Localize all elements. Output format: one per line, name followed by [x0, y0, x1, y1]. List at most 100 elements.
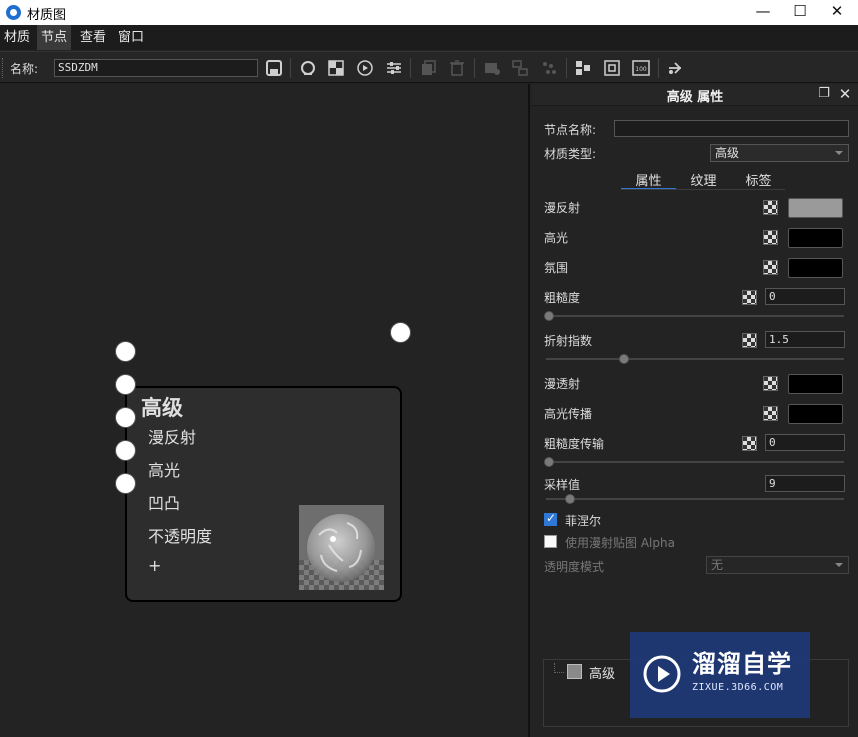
share-icon[interactable] — [663, 57, 687, 79]
output-port[interactable] — [390, 322, 411, 343]
port-label-add: + — [148, 556, 162, 575]
node-disabled-icon[interactable] — [480, 57, 504, 79]
ambient-texture-icon[interactable] — [763, 260, 778, 275]
port-label-specular: 高光 — [148, 461, 181, 480]
maximize-button[interactable]: ☐ — [781, 0, 819, 25]
samples-input[interactable]: 9 — [765, 475, 845, 492]
name-label: 名称: — [10, 62, 39, 76]
roughness-transmission-texture-icon[interactable] — [742, 436, 757, 451]
transmission-label: 漫透射 — [544, 377, 581, 391]
roughness-label: 粗糙度 — [544, 291, 581, 305]
panel-header: 高级 属性 ❐ ✕ — [532, 84, 858, 106]
diffuse-label: 漫反射 — [544, 201, 581, 215]
play-circle-icon[interactable] — [353, 57, 377, 79]
diffuse-texture-icon[interactable] — [763, 200, 778, 215]
diffuse-alpha-checkbox[interactable] — [544, 535, 557, 548]
title-bar: 材质图 — ☐ ✕ — [0, 0, 858, 25]
port-label-diffuse: 漫反射 — [148, 428, 197, 447]
menu-material[interactable]: 材质 — [0, 25, 34, 50]
ior-slider-track[interactable] — [546, 358, 844, 360]
watermark-title: 溜溜自学 — [692, 650, 792, 678]
minimize-button[interactable]: — — [744, 0, 782, 25]
loop-icon[interactable] — [296, 57, 320, 79]
copy-icon[interactable] — [416, 57, 440, 79]
watermark: 溜溜自学 ZIXUE.3D66.COM — [630, 632, 810, 718]
samples-slider-handle[interactable] — [564, 494, 575, 504]
opacity-mode-label: 透明度模式 — [544, 560, 605, 574]
menu-window[interactable]: 窗口 — [114, 25, 148, 50]
specular-texture-icon[interactable] — [763, 230, 778, 245]
fresnel-label: 菲涅尔 — [565, 514, 602, 528]
ior-slider-handle[interactable] — [618, 354, 629, 364]
diffuse-color-swatch[interactable] — [788, 198, 843, 218]
fit-view-icon[interactable] — [600, 57, 624, 79]
roughness-transmission-label: 粗糙度传输 — [544, 437, 605, 451]
close-panel-icon[interactable]: ✕ — [837, 86, 853, 102]
tab-properties[interactable]: 属性 — [621, 170, 676, 190]
material-type-select[interactable]: 高级 — [710, 144, 849, 162]
input-port-bump[interactable] — [115, 407, 136, 428]
save-icon[interactable] — [262, 57, 286, 79]
transmission-color-swatch[interactable] — [788, 374, 843, 394]
menu-node[interactable]: 节点 — [37, 25, 72, 50]
tree-item-label[interactable]: 高级 — [589, 663, 615, 682]
port-label-opacity: 不透明度 — [148, 527, 213, 546]
material-type-value: 高级 — [715, 146, 740, 160]
toolbar: 名称: SSDZDM 100 — [0, 51, 858, 83]
zoom-100-icon[interactable]: 100 — [629, 57, 653, 79]
node-group-icon[interactable] — [508, 57, 532, 79]
ambient-label: 氛围 — [544, 261, 569, 275]
material-name-input[interactable]: SSDZDM — [54, 59, 258, 77]
toolbar-grip[interactable] — [2, 58, 5, 78]
roughness-transmission-slider-handle[interactable] — [544, 457, 554, 467]
specular-transmission-texture-icon[interactable] — [763, 406, 778, 421]
input-port-add[interactable] — [115, 473, 136, 494]
ior-texture-icon[interactable] — [742, 333, 757, 348]
close-button[interactable]: ✕ — [818, 0, 856, 25]
chevron-down-icon — [835, 151, 843, 155]
node-name-input[interactable] — [614, 120, 849, 137]
specular-transmission-color-swatch[interactable] — [788, 404, 843, 424]
roughness-transmission-input[interactable]: 0 — [765, 434, 845, 451]
menu-view[interactable]: 查看 — [76, 25, 110, 50]
chevron-down-icon — [835, 563, 843, 567]
material-thumbnail-icon — [567, 664, 582, 679]
input-port-opacity[interactable] — [115, 440, 136, 461]
roughness-texture-icon[interactable] — [742, 290, 757, 305]
layout-icon[interactable] — [571, 57, 595, 79]
opacity-mode-select[interactable]: 无 — [706, 556, 849, 574]
input-port-specular[interactable] — [115, 374, 136, 395]
transmission-texture-icon[interactable] — [763, 376, 778, 391]
svg-text:100: 100 — [635, 66, 647, 73]
node-ungroup-icon[interactable] — [537, 57, 561, 79]
fresnel-checkbox[interactable] — [544, 511, 557, 526]
material-type-label: 材质类型: — [544, 147, 597, 161]
specular-label: 高光 — [544, 231, 569, 245]
roughness-transmission-slider-track[interactable] — [546, 461, 844, 463]
trash-icon[interactable] — [445, 57, 469, 79]
specular-color-swatch[interactable] — [788, 228, 843, 248]
node-name-label: 节点名称: — [544, 123, 597, 137]
roughness-slider-handle[interactable] — [544, 311, 554, 321]
input-port-diffuse[interactable] — [115, 341, 136, 362]
material-node[interactable]: 高级 漫反射 高光 凹凸 不透明度 + — [125, 386, 402, 602]
samples-slider-track[interactable] — [546, 498, 844, 500]
panel-title: 高级 属性 — [666, 90, 724, 105]
specular-transmission-label: 高光传播 — [544, 407, 593, 421]
tab-texture[interactable]: 纹理 — [676, 170, 731, 190]
sliders-icon[interactable] — [382, 57, 406, 79]
roughness-input[interactable]: 0 — [765, 288, 845, 305]
material-sphere-preview — [299, 505, 384, 590]
opacity-mode-value: 无 — [711, 558, 724, 572]
app-icon — [6, 5, 21, 20]
port-label-bump: 凹凸 — [148, 494, 181, 513]
float-panel-icon[interactable]: ❐ — [816, 86, 832, 102]
node-canvas[interactable]: 高级 漫反射 高光 凹凸 不透明度 + — [0, 84, 530, 737]
menu-bar: 材质 节点 查看 窗口 — [0, 25, 858, 50]
checker-icon[interactable] — [324, 57, 348, 79]
tab-tags[interactable]: 标签 — [731, 170, 786, 190]
roughness-slider-track[interactable] — [546, 315, 844, 317]
ior-input[interactable]: 1.5 — [765, 331, 845, 348]
ambient-color-swatch[interactable] — [788, 258, 843, 278]
window-title: 材质图 — [27, 8, 67, 23]
